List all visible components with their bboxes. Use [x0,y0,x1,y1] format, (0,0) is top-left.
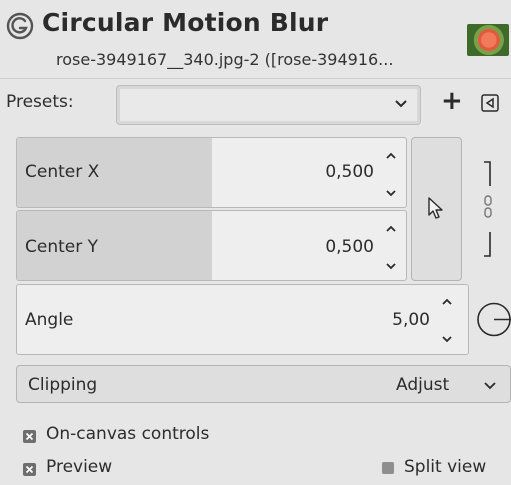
center-y-field[interactable]: Center Y 0,500 [16,210,407,281]
decrement-arrow-icon[interactable] [384,184,398,197]
triangle-left-icon [481,94,499,112]
center-x-field[interactable]: Center X 0,500 [16,137,407,208]
presets-label: Presets: [6,92,74,112]
on-canvas-controls-label[interactable]: On-canvas controls [46,424,209,444]
preview-checkbox[interactable] [23,463,36,476]
gegl-icon [6,12,34,40]
presets-menu-button[interactable] [481,94,499,112]
split-view-label[interactable]: Split view [404,457,486,477]
center-x-value: 0,500 [325,162,374,182]
angle-label: Angle [25,310,74,330]
chain-link-icon [484,161,492,257]
chevron-down-icon[interactable] [392,95,410,113]
center-y-label: Center Y [25,237,99,257]
clipping-value: Adjust [396,375,450,395]
image-thumbnail [467,24,509,56]
angle-field[interactable]: Angle 5,00 [16,284,469,355]
on-canvas-controls-checkbox[interactable] [23,430,36,443]
image-subtitle: rose-3949167__340.jpg-2 ([rose-394916... [56,50,394,69]
angle-value: 5,00 [392,310,430,330]
decrement-arrow-icon[interactable] [384,257,398,270]
presets-combo[interactable] [116,85,421,125]
increment-arrow-icon[interactable] [384,147,398,159]
decrement-arrow-icon[interactable] [440,330,454,343]
dialog-title: Circular Motion Blur [42,8,329,37]
header-separator [0,78,511,79]
chain-link-button[interactable] [480,160,496,258]
center-y-value: 0,500 [325,237,374,257]
pick-center-button[interactable] [411,137,462,281]
angle-dial-icon [477,302,511,337]
preview-label[interactable]: Preview [46,457,112,477]
increment-arrow-icon[interactable] [440,293,454,305]
add-preset-button[interactable]: + [441,86,463,116]
pointer-icon [428,197,443,219]
clipping-label: Clipping [28,375,98,395]
center-x-label: Center X [25,162,100,182]
split-view-checkbox[interactable] [382,462,394,474]
angle-dial[interactable] [474,301,511,338]
chevron-down-icon[interactable] [482,378,498,392]
increment-arrow-icon[interactable] [384,220,398,232]
